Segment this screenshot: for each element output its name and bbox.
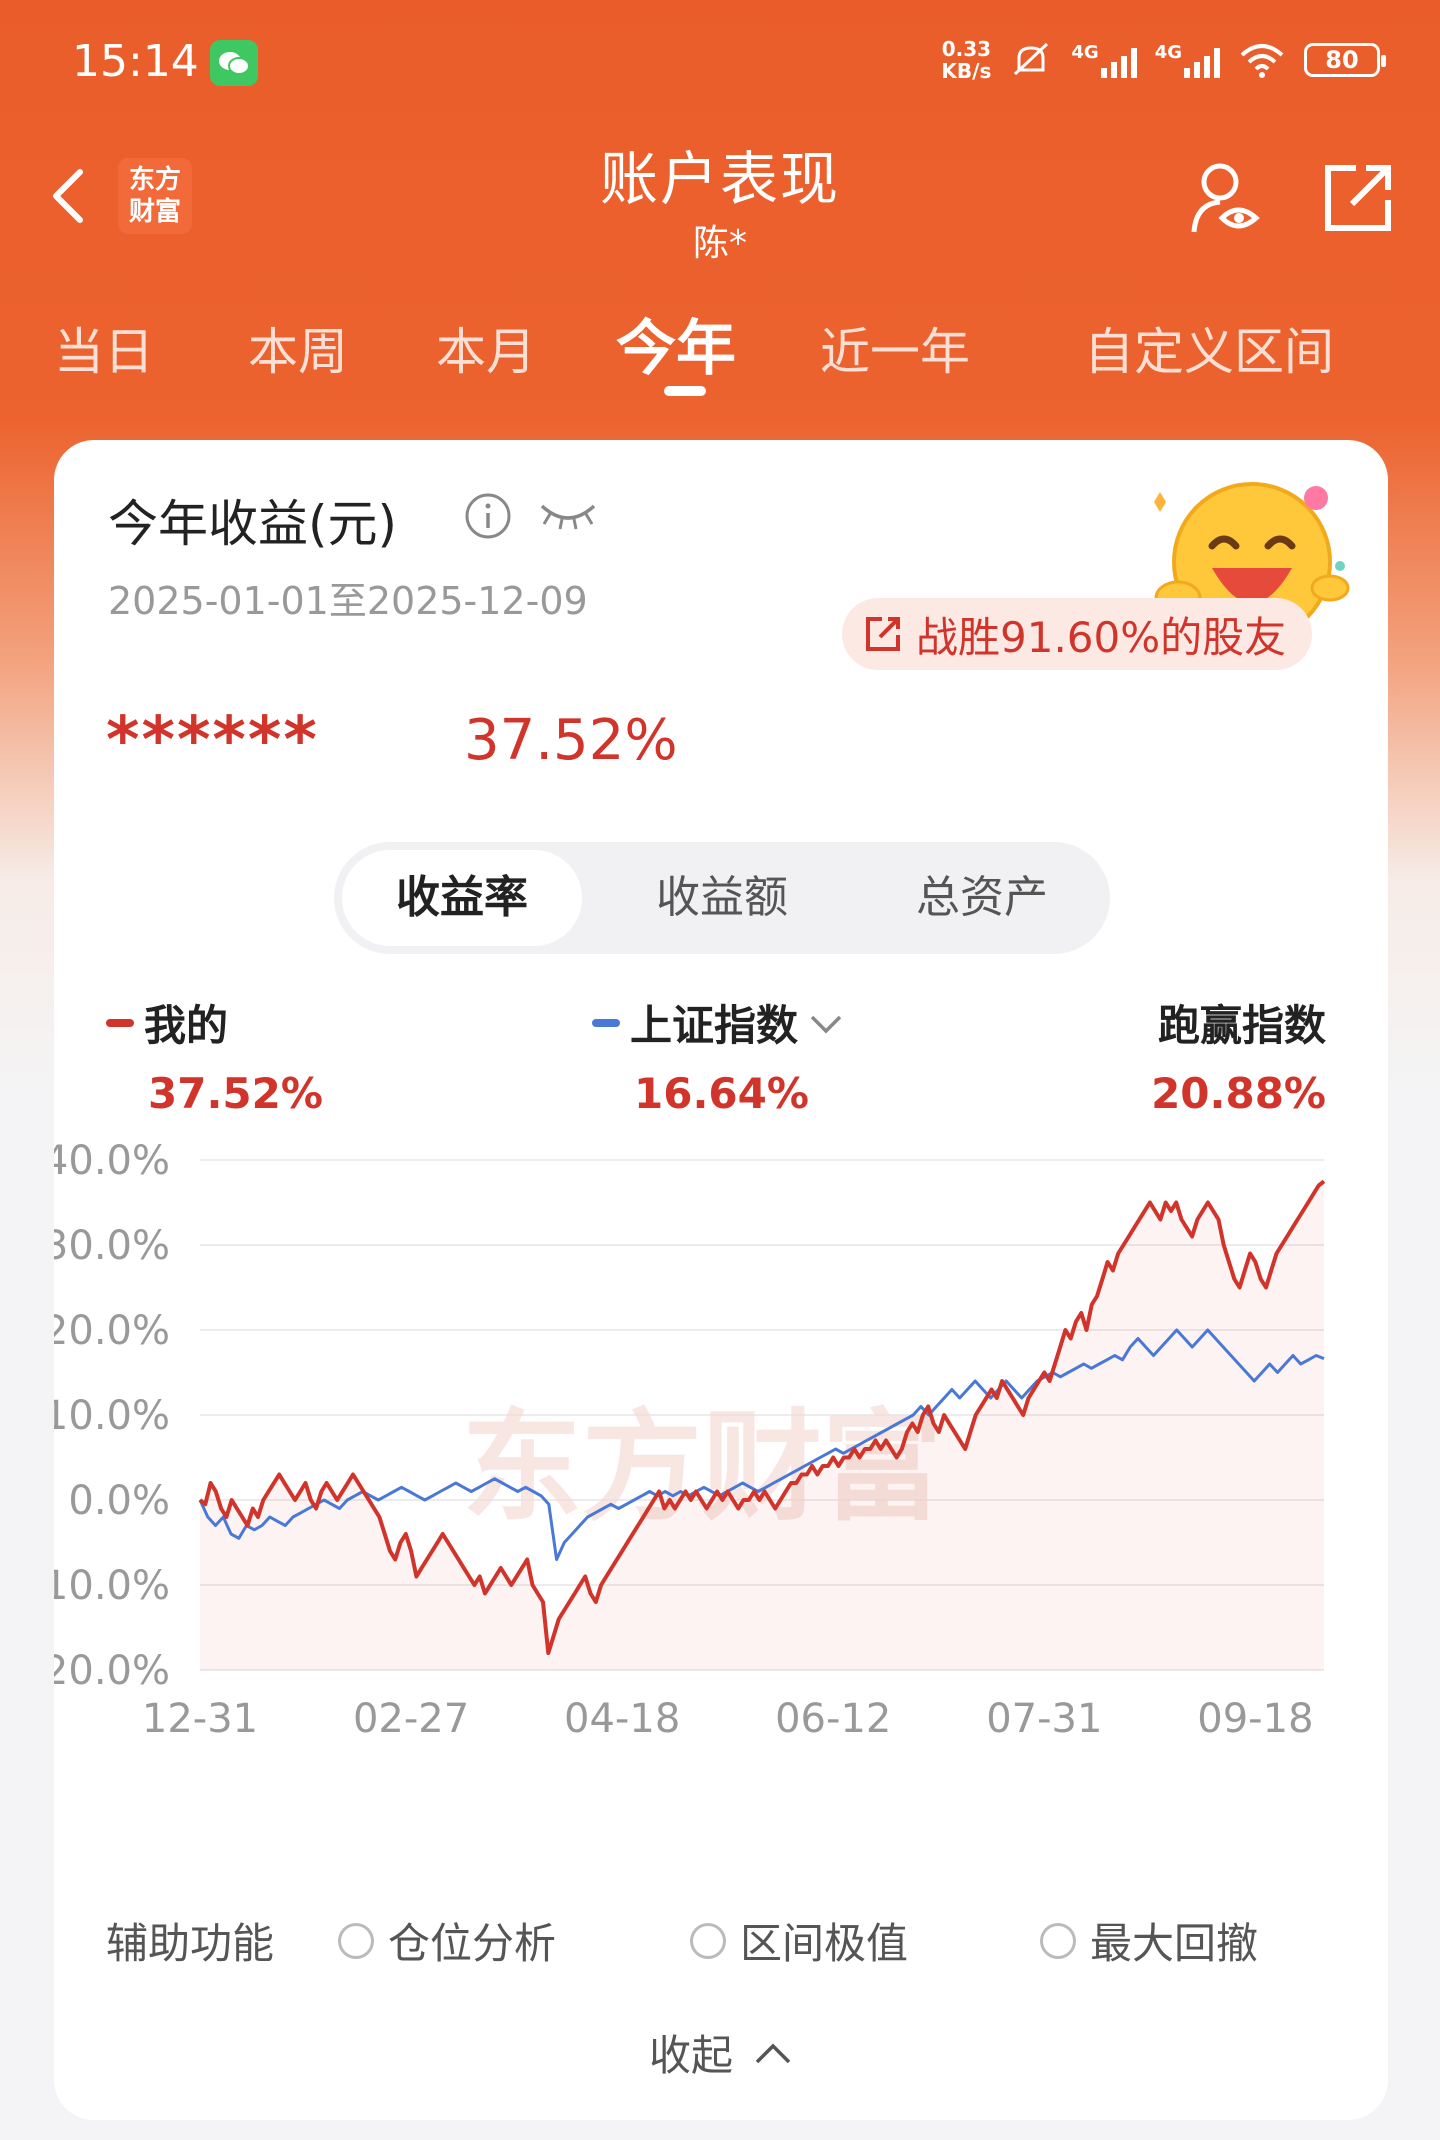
- segment-return-amount[interactable]: 收益额: [602, 850, 842, 946]
- return-percentage: 37.52%: [464, 708, 678, 773]
- radio-icon[interactable]: [1040, 1922, 1076, 1959]
- app-header: 东方 财富 账户表现 陈*: [0, 120, 1440, 280]
- aux-label: 辅助功能: [106, 1919, 275, 1968]
- period-tabs: 当日 本周 本月 今年 近一年 自定义区间: [0, 300, 1440, 410]
- x-tick-label: 07-31: [986, 1696, 1102, 1742]
- battery-indicator: 80: [1304, 43, 1386, 77]
- legend-beat: 跑赢指数 20.88%: [1151, 992, 1326, 1118]
- wifi-icon: [1240, 44, 1284, 78]
- y-tick-label: 40.0%: [54, 1138, 170, 1184]
- legend-mine-value: 37.52%: [148, 1069, 323, 1118]
- aux-option-label: 最大回撤: [1090, 1919, 1259, 1968]
- x-tick-label: 09-18: [1197, 1696, 1313, 1742]
- chevron-down-icon[interactable]: [808, 1011, 844, 1035]
- legend-mine: 我的 37.52%: [106, 992, 323, 1118]
- tab-year[interactable]: 今年: [616, 300, 736, 387]
- segment-return-rate[interactable]: 收益率: [342, 850, 582, 946]
- aux-option-label: 仓位分析: [388, 1919, 557, 1968]
- metric-segmented-control: 收益率 收益额 总资产: [334, 842, 1110, 954]
- beat-peers-text: 战胜91.60%的股友: [916, 612, 1287, 662]
- x-tick-label: 06-12: [775, 1696, 891, 1742]
- wechat-icon: [210, 40, 258, 86]
- date-range: 2025-01-01至2025-12-09: [108, 579, 588, 623]
- legend-index[interactable]: 上证指数 16.64%: [592, 992, 844, 1118]
- signal-bars-icon: [1100, 42, 1137, 78]
- legend-index-value: 16.64%: [634, 1069, 809, 1118]
- mute-icon: [1014, 42, 1049, 76]
- signal-1: 4G: [1071, 42, 1137, 78]
- signal-2-label: 4G: [1154, 42, 1182, 63]
- beat-peers-badge[interactable]: 战胜91.60%的股友: [842, 598, 1313, 670]
- legend-beat-value: 20.88%: [1151, 1069, 1326, 1118]
- radio-icon[interactable]: [690, 1922, 726, 1959]
- info-icon[interactable]: [464, 492, 512, 540]
- legend-index-label: 上证指数: [630, 1001, 799, 1050]
- return-line-chart[interactable]: 40.0%30.0%20.0%10.0%0.0%-10.0%-20.0%东方财富…: [54, 1130, 1388, 1830]
- auxiliary-functions: 辅助功能 仓位分析 区间极值 最大回撤: [106, 1910, 1336, 1970]
- net-speed-unit: KB/s: [941, 59, 992, 83]
- masked-amount: ******: [106, 704, 319, 778]
- signal-bars-icon: [1184, 42, 1220, 78]
- signal-1-label: 4G: [1071, 42, 1099, 63]
- x-tick-label: 02-27: [353, 1696, 469, 1742]
- share-icon: [866, 617, 900, 651]
- tab-last-year[interactable]: 近一年: [820, 312, 970, 384]
- chevron-up-icon: [755, 2043, 791, 2063]
- collapse-label: 收起: [648, 2031, 733, 2080]
- legend-mine-label: 我的: [144, 1001, 229, 1050]
- collapse-button[interactable]: 收起: [54, 2022, 1388, 2083]
- net-speed-value: 0.33: [941, 37, 992, 61]
- tab-week[interactable]: 本周: [248, 312, 348, 384]
- tab-month[interactable]: 本月: [436, 312, 536, 384]
- legend-index-marker: [592, 1018, 620, 1027]
- signal-2: 4G: [1155, 42, 1220, 78]
- y-tick-label: 20.0%: [54, 1308, 170, 1354]
- share-icon[interactable]: [1318, 158, 1398, 238]
- card-title: 今年收益(元): [108, 495, 398, 553]
- user-view-icon[interactable]: [1186, 158, 1266, 238]
- eye-closed-icon[interactable]: [538, 496, 598, 532]
- radio-icon[interactable]: [338, 1922, 374, 1959]
- aux-range-extremes[interactable]: 区间极值: [690, 1910, 908, 1971]
- y-tick-label: -10.0%: [54, 1563, 170, 1609]
- tab-custom-range[interactable]: 自定义区间: [1084, 312, 1334, 384]
- x-tick-label: 12-31: [142, 1696, 258, 1742]
- aux-position-analysis[interactable]: 仓位分析: [338, 1910, 556, 1971]
- x-tick-label: 04-18: [564, 1696, 680, 1742]
- active-tab-indicator: [664, 386, 706, 396]
- y-tick-label: -20.0%: [54, 1648, 170, 1694]
- legend-mine-marker: [106, 1018, 134, 1027]
- status-time: 15:14: [72, 36, 199, 87]
- y-tick-label: 0.0%: [68, 1478, 170, 1524]
- performance-card: 今年收益(元) 2025-01-01至2025-12-09 战胜91.60%的股…: [54, 440, 1388, 2120]
- y-tick-label: 10.0%: [54, 1393, 170, 1439]
- legend-beat-label: 跑赢指数: [1157, 1001, 1326, 1050]
- tab-today[interactable]: 当日: [54, 312, 154, 384]
- aux-max-drawdown[interactable]: 最大回撤: [1040, 1910, 1258, 1971]
- status-bar: 15:14 0.33 KB/s 4G 4G 80: [0, 0, 1440, 120]
- net-speed: 0.33 KB/s: [941, 38, 991, 82]
- aux-option-label: 区间极值: [740, 1919, 909, 1968]
- segment-total-assets[interactable]: 总资产: [862, 850, 1102, 946]
- y-tick-label: 30.0%: [54, 1223, 170, 1269]
